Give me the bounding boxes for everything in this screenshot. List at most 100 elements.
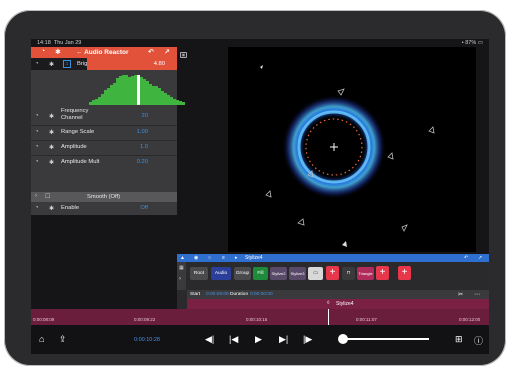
gear-icon[interactable]: ✱ — [49, 129, 54, 136]
battery-indicator: • 87% ▭ — [461, 40, 483, 46]
node-audio[interactable]: Audio — [211, 267, 231, 280]
undo-icon[interactable]: ↶ — [148, 48, 154, 56]
param-value[interactable]: 20 — [118, 113, 148, 119]
status-date: Thu Jan 29 — [53, 40, 82, 46]
skip-end-icon[interactable]: ▶| — [279, 334, 288, 345]
transport-bar: ⌂ ⇪ 0:00:10:28 ◀| |◀ ▶ ▶| |▶ ⊞ ⓘ — [31, 325, 489, 354]
circle-icon[interactable]: ○ — [208, 255, 211, 261]
start-value[interactable]: 0:00:09:00 — [206, 292, 229, 297]
brightness-value-field[interactable]: 4.80 — [87, 58, 177, 70]
add-node-button-3[interactable]: + — [398, 266, 411, 280]
param-row-amplitude[interactable]: ◔ ✱ Amplitude 1.0 — [31, 140, 177, 155]
panel-title: Audio Reactor — [84, 49, 129, 56]
picture-in-picture-icon[interactable]: ▣ — [180, 52, 187, 58]
lock-icon[interactable]: ⊓ — [342, 267, 355, 280]
home-icon[interactable]: ⌂ — [39, 334, 44, 344]
param-label: Amplitude Mult — [61, 159, 100, 165]
timer-icon[interactable]: ◔ — [41, 48, 45, 55]
eye-icon[interactable]: ◉ — [194, 255, 198, 261]
node-stylize3[interactable]: Stylize3 — [289, 267, 306, 280]
timing-row: Start 0:00:09:00 Duration 0:00:00:00 ✂ ⋯ — [187, 290, 489, 299]
current-timecode[interactable]: 0:00:10:28 — [134, 337, 160, 343]
timer-icon[interactable]: ◔ — [35, 205, 39, 211]
checkbox-icon[interactable]: ☐ — [45, 193, 50, 200]
timeline-ruler[interactable]: 0:00:08:09 0:00:09:22 0:00:10:15 0:00:11… — [31, 309, 489, 325]
timeline-tick: 0:00:09:22 — [134, 317, 156, 322]
timeline-tick: 0:00:10:15 — [246, 317, 268, 322]
play-button[interactable]: ▶ — [255, 334, 262, 345]
gear-icon[interactable]: ✱ — [49, 144, 54, 151]
zoom-slider-track[interactable] — [343, 338, 429, 340]
skip-start-icon[interactable]: |◀ — [229, 334, 238, 345]
gear-icon[interactable]: ✱ — [49, 61, 54, 68]
audio-ring-visual — [260, 65, 435, 247]
back-arrow-icon[interactable]: ← — [76, 49, 83, 56]
param-row-range-scale[interactable]: ◔ ✱ Range Scale 1.00 — [31, 125, 177, 140]
timer-icon[interactable]: ◔ — [35, 113, 39, 119]
param-row-enable[interactable]: ◔ ✱ Enable Off — [31, 202, 177, 215]
timer-icon[interactable]: ◔ — [35, 61, 39, 67]
undo-icon[interactable]: ↶ — [464, 255, 468, 261]
more-icon[interactable]: ⋯ — [474, 291, 480, 298]
layers-icon[interactable]: ▲ — [180, 255, 185, 261]
editor-toolbar: ▲ ◉ ○ ≡ ▸ Stylize4 ↶ ↗ — [177, 254, 489, 262]
expand-icon[interactable]: ↗ — [164, 48, 170, 56]
node-group[interactable]: Group — [234, 267, 251, 280]
param-label: Enable — [61, 205, 80, 211]
status-time: 14:18 — [37, 40, 51, 46]
timeline-tick: 0:00:08:09 — [33, 317, 55, 322]
step-forward-icon[interactable]: |▶ — [303, 334, 312, 345]
gear-icon[interactable]: ✱ — [49, 159, 54, 166]
param-label: Range Scale — [61, 129, 95, 135]
canvas-preview[interactable] — [228, 47, 476, 252]
smooth-group-header[interactable]: › ☐ Smooth (Off) — [31, 192, 177, 202]
music-icon[interactable]: ♫ — [63, 60, 71, 68]
duration-value[interactable]: 0:00:00:00 — [250, 292, 273, 297]
timeline-tick: 0:00:12:00 — [459, 317, 481, 322]
bookmark-icon[interactable]: ⊞ — [455, 334, 463, 345]
drop-icon: ◊ — [327, 300, 330, 306]
menu-icon[interactable]: ≡ — [222, 255, 225, 261]
param-label: Frequency Channel — [61, 108, 89, 121]
chevron-right-icon[interactable]: › — [35, 193, 37, 199]
tablet-frame: 14:18 Thu Jan 29 • 87% ▭ ▣ ◔ ✱ ← Audio R… — [4, 10, 506, 366]
param-label: Amplitude — [61, 144, 87, 150]
node-triangle[interactable]: Triangle — [357, 267, 374, 280]
add-node-button-2[interactable]: + — [376, 266, 389, 280]
timeline-tick: 0:00:11:07 — [356, 317, 377, 322]
share-icon[interactable]: ⇪ — [59, 334, 67, 345]
param-value[interactable]: 0.20 — [118, 159, 148, 165]
panel-header: ◔ ✱ ← Audio Reactor ↶ ↗ — [31, 47, 177, 58]
chevron-right-icon[interactable]: › — [179, 276, 181, 282]
expand-icon[interactable]: ↗ — [478, 255, 482, 261]
param-row-amplitude-mult[interactable]: ◔ ✱ Amplitude Mult 0.20 — [31, 155, 177, 170]
add-node-button[interactable]: + — [326, 266, 339, 280]
properties-panel: ◔ ✱ ← Audio Reactor ↶ ↗ ◔ ✱ ♫ Brightness… — [31, 47, 185, 215]
layer-track[interactable]: ◊ Stylize4 — [187, 299, 489, 309]
node-thumbnail[interactable]: ▭ — [308, 267, 323, 280]
audio-spectrum — [31, 71, 185, 105]
node-stylize2[interactable]: Stylize2 — [270, 267, 287, 280]
grid-icon[interactable]: ▦ — [179, 265, 184, 271]
zoom-slider-thumb[interactable] — [338, 334, 348, 344]
node-root[interactable]: Root — [190, 267, 208, 280]
gear-icon[interactable]: ✱ — [55, 48, 61, 56]
timer-icon[interactable]: ◔ — [35, 129, 39, 135]
spectrum-bar — [182, 102, 185, 105]
param-row-frequency-channel[interactable]: ◔ ✱ Frequency Channel 20 — [31, 107, 177, 125]
node-fill[interactable]: Fill — [253, 267, 268, 280]
step-back-icon[interactable]: ◀| — [205, 334, 214, 345]
editor-title: Stylize4 — [245, 255, 263, 261]
play-small-icon[interactable]: ▸ — [235, 255, 238, 261]
param-value[interactable]: Off — [118, 205, 148, 211]
split-icon[interactable]: ✂ — [458, 291, 463, 298]
editor-side-tab[interactable]: ▦ › — [177, 262, 186, 290]
gear-icon[interactable]: ✱ — [49, 113, 54, 120]
help-icon[interactable]: ⓘ — [474, 334, 483, 347]
param-value[interactable]: 1.0 — [118, 144, 148, 150]
duration-label: Duration — [230, 292, 249, 297]
param-value[interactable]: 1.00 — [118, 129, 148, 135]
timer-icon[interactable]: ◔ — [35, 144, 39, 150]
timer-icon[interactable]: ◔ — [35, 159, 39, 165]
gear-icon[interactable]: ✱ — [49, 205, 54, 212]
